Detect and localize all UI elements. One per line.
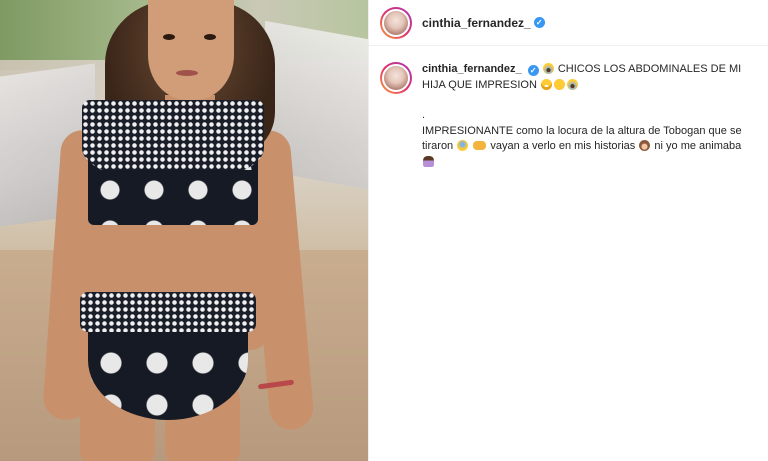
grin-sweat-icon [540,78,552,90]
avatar-image [382,64,410,92]
caption-body: cinthia_fernandez_ ✓ CHICOS LOS ABDOMINA… [422,62,752,170]
photo-subject [0,0,368,461]
caption-dot: . [422,109,426,121]
woman-shrugging-icon [423,155,434,167]
subject-face [148,0,234,100]
caption-username[interactable]: cinthia_fernandez_ [422,63,522,75]
post-header: cinthia_fernandez_ ✓ [369,0,768,46]
caption-line-2c: ni yo me animaba [654,140,742,152]
avatar-image [382,8,410,37]
verified-badge-icon: ✓ [533,17,545,28]
caption-line-2b: vayan a verlo en mis historias [490,140,636,152]
author-avatar[interactable] [380,6,412,39]
verified-badge-icon: ✓ [527,65,539,77]
author-username[interactable]: cinthia_fernandez_ [422,16,531,30]
subject-right-eye [204,34,216,40]
see-no-evil-monkey-icon [639,140,651,151]
subject-mouth [176,70,198,76]
pointing-hand-icon [473,141,487,150]
post-caption: cinthia_fernandez_ ✓ CHICOS LOS ABDOMINA… [369,46,768,170]
caption-avatar[interactable] [380,62,412,94]
swimsuit-bottom-ruffle [80,292,256,332]
subject-left-eye [163,34,175,40]
scream-icon [542,63,554,74]
scream-icon [566,78,578,90]
blush-icon [553,78,565,90]
post-photo[interactable] [0,0,368,461]
post-side-panel: cinthia_fernandez_ ✓ cinthia_fernandez_ … [368,0,768,461]
cold-sweat-icon [457,140,469,151]
swimsuit-top-band [88,170,258,225]
swimsuit-top-ruffle [82,100,264,180]
instagram-post: cinthia_fernandez_ ✓ cinthia_fernandez_ … [0,0,768,461]
